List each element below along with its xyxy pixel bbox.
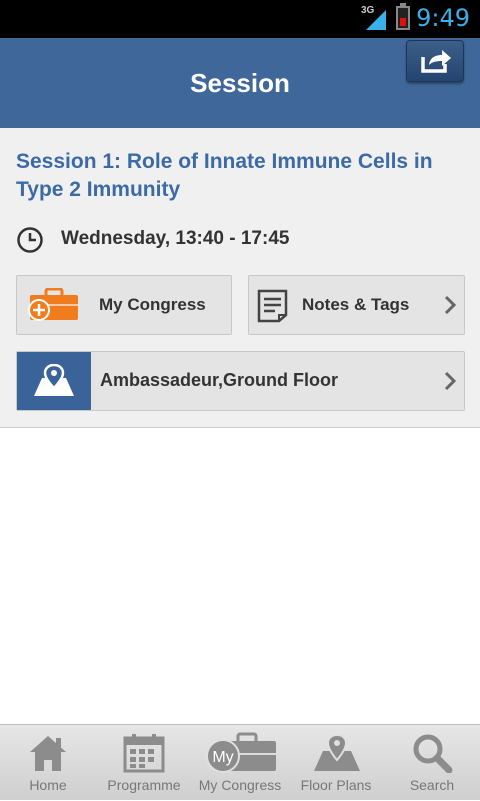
- share-button[interactable]: [406, 40, 464, 82]
- briefcase-icon: My: [206, 732, 276, 773]
- add-briefcase-icon: [28, 288, 78, 321]
- tab-programme-label: Programme: [107, 777, 181, 793]
- battery-icon: [396, 6, 410, 30]
- tab-floor-plans-label: Floor Plans: [300, 777, 372, 793]
- notes-icon: [257, 289, 288, 323]
- session-time: Wednesday, 13:40 - 17:45: [61, 228, 290, 249]
- my-badge-text: My: [212, 749, 233, 766]
- tab-programme[interactable]: Programme: [96, 725, 192, 801]
- add-to-my-congress-button[interactable]: My Congress: [16, 275, 232, 335]
- location-label: Ambassadeur,Ground Floor: [100, 370, 339, 390]
- signal-icon: [366, 10, 386, 30]
- chevron-right-icon: [444, 295, 456, 315]
- tab-my-congress[interactable]: My My Congress: [192, 725, 288, 801]
- calendar-icon: [123, 734, 165, 773]
- home-icon: [30, 736, 66, 771]
- share-icon: [421, 50, 451, 73]
- session-title: Session 1: Role of Innate Immune Cells i…: [16, 150, 433, 201]
- session-details: Session 1: Role of Innate Immune Cells i…: [0, 128, 480, 428]
- clock-icon: [17, 227, 43, 253]
- bottom-tab-bar: Home Programme My My Congress Floor Plan…: [0, 724, 480, 800]
- status-bar: 3G 9:49: [0, 0, 480, 38]
- notes-tags-label: Notes & Tags: [302, 295, 410, 314]
- location-tile: [17, 352, 91, 410]
- my-congress-label: My Congress: [99, 295, 206, 314]
- tab-home-label: Home: [29, 777, 67, 793]
- tab-floor-plans[interactable]: Floor Plans: [288, 725, 384, 801]
- tab-home[interactable]: Home: [0, 725, 96, 801]
- notes-tags-button[interactable]: Notes & Tags: [248, 275, 465, 335]
- tab-search-label: Search: [409, 777, 455, 793]
- search-icon: [413, 734, 453, 773]
- clock: 9:49: [416, 4, 470, 32]
- chevron-right-icon: [444, 371, 456, 391]
- map-icon: [314, 733, 360, 771]
- location-button[interactable]: Ambassadeur,Ground Floor: [16, 351, 465, 411]
- tab-my-congress-label: My Congress: [198, 777, 282, 793]
- map-pin-icon: [34, 364, 74, 396]
- tab-search[interactable]: Search: [384, 725, 480, 801]
